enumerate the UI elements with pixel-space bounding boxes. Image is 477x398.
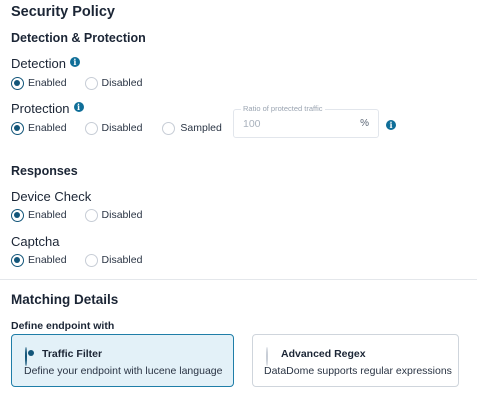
define-endpoint-label: Define endpoint with xyxy=(11,320,115,332)
advanced-regex-card[interactable]: Advanced Regex DataDome supports regular… xyxy=(252,334,459,387)
ratio-field-legend: Ratio of protected traffic xyxy=(241,104,325,113)
section-heading-responses: Responses xyxy=(11,164,78,178)
captcha-radio-group: Enabled Disabled xyxy=(11,252,142,268)
protection-label-row: Protection i xyxy=(11,101,84,116)
radio-label: Disabled xyxy=(101,254,143,266)
ratio-placeholder: 100 xyxy=(243,118,261,130)
card-description: Define your endpoint with lucene languag… xyxy=(24,365,223,377)
detection-label-row: Detection i xyxy=(11,56,80,71)
protection-disabled-option[interactable]: Disabled xyxy=(84,121,143,135)
radio-checked-icon[interactable] xyxy=(11,76,24,90)
radio-unchecked-icon[interactable] xyxy=(266,347,268,366)
radio-label: Enabled xyxy=(28,209,67,221)
device-check-radio-group: Enabled Disabled xyxy=(11,207,142,223)
captcha-enabled-option[interactable]: Enabled xyxy=(11,253,67,267)
card-title: Advanced Regex xyxy=(281,348,366,360)
device-check-disabled-option[interactable]: Disabled xyxy=(84,208,143,222)
detection-enabled-option[interactable]: Enabled xyxy=(11,76,67,90)
detection-label: Detection xyxy=(11,56,66,71)
radio-label: Sampled xyxy=(180,122,222,134)
info-icon[interactable]: i xyxy=(73,101,84,112)
radio-checked-icon[interactable] xyxy=(11,253,24,267)
radio-label: Enabled xyxy=(28,254,67,266)
card-description: DataDome supports regular expressions xyxy=(264,365,452,377)
protection-sampled-option[interactable]: Sampled xyxy=(162,121,222,135)
radio-unchecked-icon[interactable] xyxy=(84,253,98,267)
device-check-enabled-option[interactable]: Enabled xyxy=(11,208,67,222)
device-check-label: Device Check xyxy=(11,189,92,204)
detection-radio-group: Enabled Disabled xyxy=(11,75,142,91)
radio-label: Disabled xyxy=(101,77,143,89)
info-icon[interactable]: i xyxy=(69,56,80,67)
radio-unchecked-icon[interactable] xyxy=(84,121,98,135)
protection-label: Protection xyxy=(11,101,70,116)
radio-label: Enabled xyxy=(28,122,67,134)
section-divider xyxy=(0,279,477,280)
protection-enabled-option[interactable]: Enabled xyxy=(11,121,67,135)
radio-label: Enabled xyxy=(28,77,67,89)
section-heading-matching: Matching Details xyxy=(11,292,119,307)
radio-checked-icon[interactable] xyxy=(25,347,27,366)
traffic-filter-card[interactable]: Traffic Filter Define your endpoint with… xyxy=(11,334,234,387)
percent-unit: % xyxy=(360,118,369,129)
radio-unchecked-icon[interactable] xyxy=(162,121,176,135)
page-title: Security Policy xyxy=(11,4,115,20)
radio-label: Disabled xyxy=(101,122,143,134)
radio-unchecked-icon[interactable] xyxy=(84,208,98,222)
captcha-disabled-option[interactable]: Disabled xyxy=(84,253,143,267)
protection-radio-group: Enabled Disabled Sampled xyxy=(11,120,222,136)
radio-checked-icon[interactable] xyxy=(11,121,24,135)
card-title: Traffic Filter xyxy=(42,348,103,360)
info-icon[interactable]: i xyxy=(386,120,396,130)
ratio-input[interactable]: Ratio of protected traffic 100 % xyxy=(233,104,379,138)
detection-disabled-option[interactable]: Disabled xyxy=(84,76,143,90)
radio-label: Disabled xyxy=(101,209,143,221)
radio-unchecked-icon[interactable] xyxy=(84,76,98,90)
section-heading-detection-protection: Detection & Protection xyxy=(11,31,146,45)
radio-checked-icon[interactable] xyxy=(11,208,24,222)
captcha-label: Captcha xyxy=(11,234,60,249)
